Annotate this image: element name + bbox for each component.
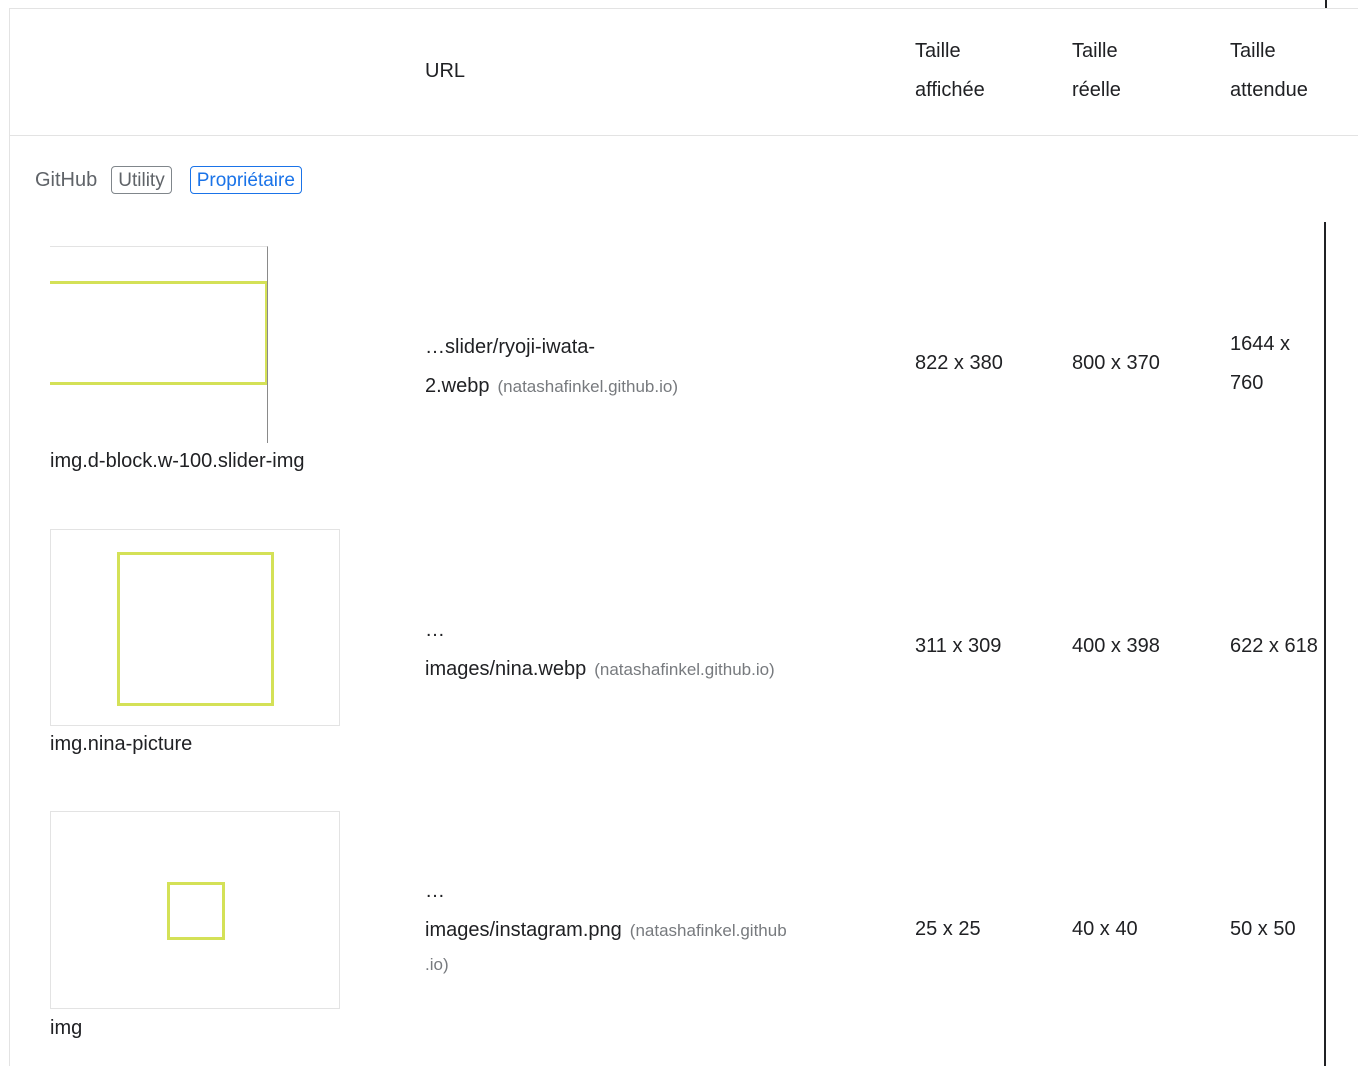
column-header-expected-size: Taille attendue xyxy=(1230,40,1308,101)
image-url[interactable]: … images/nina.webp (natashafinkel.github.… xyxy=(425,611,875,689)
highlight-box xyxy=(167,882,225,940)
scrollbar-track-top[interactable] xyxy=(1325,0,1327,8)
element-selector: img.nina-picture xyxy=(50,733,193,755)
displayed-size-value: 311 x 309 xyxy=(915,635,1002,657)
url-host: (natashafinkel.github.io) xyxy=(594,660,775,679)
image-size-audit-table: URL Taille affichée Taille réelle Taille… xyxy=(0,0,1358,1066)
image-thumbnail xyxy=(50,246,268,443)
url-host: (natashafinkel.github xyxy=(629,921,787,940)
image-url[interactable]: …slider/ryoji-iwata- 2.webp (natashafinke… xyxy=(425,328,875,406)
column-header-displayed-size: Taille affichée xyxy=(915,40,985,101)
category-badge: Utility xyxy=(111,166,172,194)
highlight-box xyxy=(50,281,267,385)
expected-size-value: 50 x 50 xyxy=(1230,918,1296,940)
table-header-divider xyxy=(9,135,1358,136)
table-top-border xyxy=(9,8,1358,9)
image-thumbnail xyxy=(50,529,340,726)
actual-size-value: 40 x 40 xyxy=(1072,918,1138,940)
entity-name: GitHub xyxy=(35,168,98,191)
image-thumbnail xyxy=(50,811,340,1009)
expected-size-value: 622 x 618 xyxy=(1230,635,1318,657)
ownership-badge: Propriétaire xyxy=(189,166,302,194)
actual-size-value: 400 x 398 xyxy=(1072,635,1160,657)
url-host: (natashafinkel.github.io) xyxy=(497,377,679,396)
url-host-continued: .io) xyxy=(425,955,449,974)
displayed-size-value: 25 x 25 xyxy=(915,918,981,940)
column-header-url: URL xyxy=(425,60,466,82)
actual-size-value: 800 x 370 xyxy=(1072,352,1160,374)
element-selector: img xyxy=(50,1017,83,1039)
image-url[interactable]: … images/instagram.png (natashafinkel.git… xyxy=(425,872,875,980)
displayed-size-value: 822 x 380 xyxy=(915,352,1003,374)
table-left-border xyxy=(9,8,10,1066)
column-header-actual-size: Taille réelle xyxy=(1072,40,1121,101)
scrollbar-track[interactable] xyxy=(1324,222,1326,1066)
element-selector: img.d-block.w-100.slider-img xyxy=(50,450,305,472)
highlight-box xyxy=(117,552,274,706)
expected-size-value: 1644 x 760 xyxy=(1230,333,1291,394)
entity-group-row: GitHub Utility Propriétaire xyxy=(35,164,320,196)
